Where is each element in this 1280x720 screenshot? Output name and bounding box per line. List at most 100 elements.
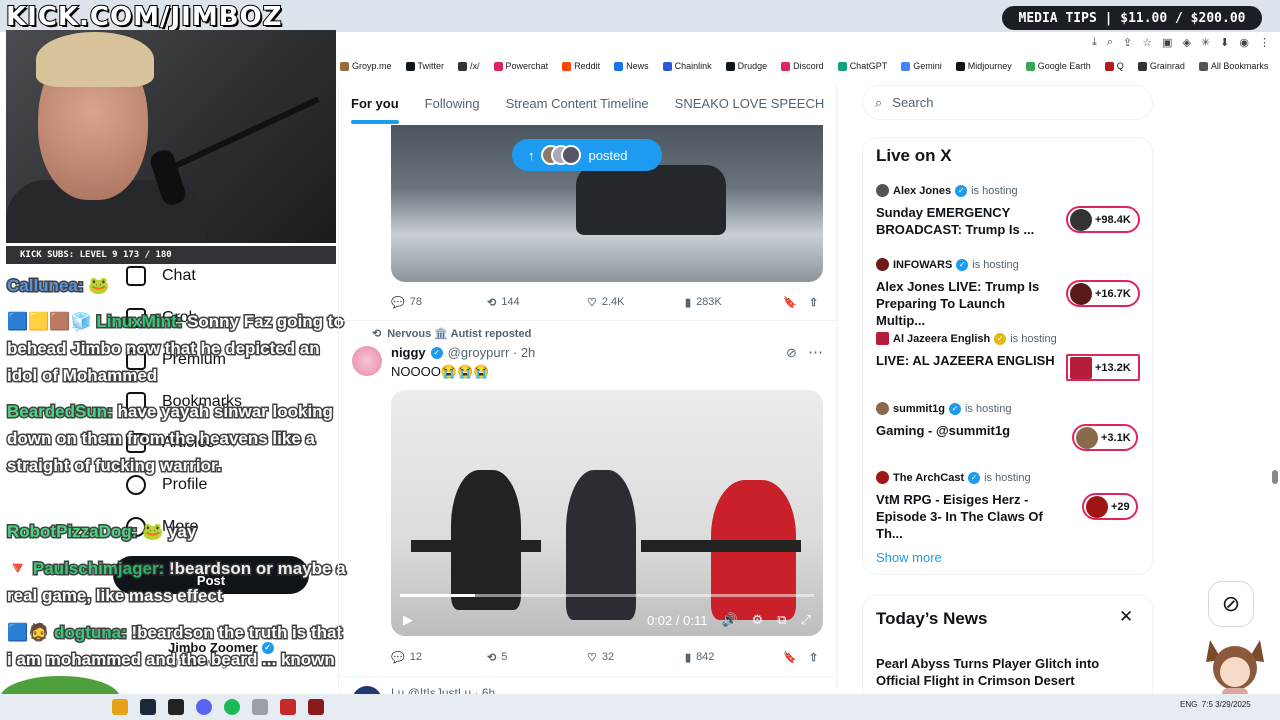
video-controls: ▶ 0:02 / 0:11 🔊 ⚙ ⧉ ⤢ [391, 604, 823, 636]
views-button[interactable]: ▮ 283K [685, 296, 722, 309]
news-item[interactable]: Pearl Abyss Turns Player Glitch into Off… [876, 655, 1141, 689]
bookmark-discord[interactable]: Discord [781, 61, 824, 71]
profile-icon[interactable]: ◉ [1239, 36, 1249, 49]
share-button[interactable]: ⇧ [809, 296, 818, 309]
bookmark-favicon-icon [405, 61, 415, 71]
share-icon[interactable]: ⇪ [1123, 36, 1132, 49]
app-icon-2[interactable] [308, 699, 324, 715]
avatar [1086, 495, 1108, 518]
spotify-icon[interactable] [224, 699, 240, 715]
live-listener-count: +3.1K [1072, 424, 1138, 451]
extension-icon-3[interactable]: ✳ [1201, 36, 1210, 49]
author-handle[interactable]: @groypurr · 2h [448, 345, 536, 360]
tab-stream-content-timeline[interactable]: Stream Content Timeline [493, 82, 662, 124]
bookmark-x[interactable]: /x/ [458, 61, 480, 71]
live-item[interactable]: The ArchCast ✓ is hosting VtM RPG - Eisige… [876, 471, 1140, 542]
file-explorer-icon[interactable] [112, 699, 128, 715]
tab-for-you[interactable]: For you [338, 82, 412, 124]
stream-url-banner: KICK.COM/JIMBOZ [5, 1, 283, 33]
fullscreen-icon[interactable]: ⤢ [801, 612, 811, 628]
bookmark-midjourney[interactable]: Midjourney [955, 61, 1012, 71]
terminal-icon[interactable] [168, 699, 184, 715]
bookmark-groyp-me[interactable]: Groyp.me [340, 61, 392, 71]
live-item[interactable]: INFOWARS ✓ is hosting Alex Jones LIVE: Tru… [876, 258, 1140, 329]
tab-following[interactable]: Following [412, 82, 493, 124]
bookmark-google-earth[interactable]: Google Earth [1025, 61, 1091, 71]
avatar-stack [540, 145, 581, 165]
bookmark-drudge[interactable]: Drudge [725, 61, 767, 71]
share-icon: ⇧ [809, 651, 819, 664]
avatar [1070, 282, 1092, 305]
live-item[interactable]: summit1g ✓ is hosting Gaming - @summit1g +… [876, 402, 1140, 451]
bookmark-news[interactable]: News [614, 61, 649, 71]
bookmark-chainlink[interactable]: Chainlink [662, 61, 712, 71]
bookmark-button[interactable]: 🔖 [783, 296, 797, 309]
discord-icon[interactable] [196, 699, 212, 715]
bookmark-q[interactable]: Q [1104, 61, 1124, 71]
bookmark-grainrad[interactable]: Grainrad [1137, 61, 1185, 71]
bookmark-favicon-icon [955, 61, 965, 71]
volume-icon[interactable]: 🔊 [721, 612, 737, 628]
bookmark-favicon-icon [1025, 61, 1035, 71]
settings-icon[interactable]: ⚙ [752, 612, 764, 628]
bookmark-twitter[interactable]: Twitter [405, 61, 444, 71]
bookmark-button[interactable]: 🔖 [783, 651, 797, 664]
mic-arm [172, 96, 320, 170]
views-icon: ▮ [685, 296, 692, 309]
verified-gold-badge-icon: ✓ [994, 332, 1007, 345]
like-button[interactable]: ♡ 32 [587, 651, 614, 664]
tab-sneako-love-speech[interactable]: SNEAKO LOVE SPEECH [662, 82, 838, 124]
bookmark-all-bookmarks[interactable]: All Bookmarks [1198, 61, 1268, 71]
bookmark-chatgpt[interactable]: ChatGPT [837, 61, 887, 71]
live-item[interactable]: Alex Jones ✓ is hosting Sunday EMERGENCY B… [876, 184, 1140, 238]
obs-icon[interactable] [280, 699, 296, 715]
play-icon[interactable]: ▶ [403, 612, 413, 628]
chat-message: 🟦🟨🟫🧊 LinuxMint: Sonny Faz going to behea… [5, 311, 345, 387]
car-image [576, 165, 726, 235]
close-icon[interactable]: ✕ [1119, 607, 1133, 627]
chat-message: Callunea: 🐸 [6, 275, 111, 297]
popout-icon[interactable]: ⧉ [777, 612, 786, 628]
repost-button[interactable]: ⟲ 5 [487, 651, 507, 664]
badge-icons: 🔻 [6, 558, 33, 580]
tweet-video[interactable] [391, 390, 823, 636]
like-button[interactable]: ♡ 2.4K [587, 296, 625, 309]
repost-button[interactable]: ⟲ 144 [487, 296, 520, 309]
author-avatar[interactable] [352, 346, 382, 376]
more-options-icon[interactable]: ⋯ [808, 343, 823, 361]
show-more-link[interactable]: Show more [876, 550, 942, 565]
extension-icon-2[interactable]: ◈ [1182, 36, 1190, 49]
live-item[interactable]: Al Jazeera English ✓ is hosting LIVE: AL J… [876, 332, 1140, 381]
reply-button[interactable]: 💬 12 [391, 651, 422, 664]
share-button[interactable]: ⇧ [809, 651, 818, 664]
grok-icon[interactable]: ⊘ [786, 345, 797, 361]
zoom-icon[interactable]: ⌕ [1107, 36, 1113, 49]
repost-icon: ⟲ [487, 651, 497, 664]
taskbar-tray[interactable]: ENG 7:5 3/29/2025 [1180, 700, 1251, 709]
new-posts-pill[interactable]: ↑ posted [512, 139, 662, 171]
bookmark-favicon-icon [340, 61, 349, 71]
views-button[interactable]: ▮ 842 [685, 651, 714, 664]
app-icon[interactable] [252, 699, 268, 715]
live-listener-count: +13.2K [1066, 354, 1140, 381]
search-input[interactable]: Search [892, 95, 933, 110]
star-icon[interactable]: ☆ [1142, 36, 1152, 49]
extension-icon[interactable]: ▣ [1162, 36, 1172, 49]
download-icon[interactable]: ⬇ [1220, 36, 1229, 49]
verified-badge-icon: ✓ [955, 184, 968, 197]
reply-button[interactable]: 💬 78 [391, 296, 422, 309]
bookmark-reddit[interactable]: Reddit [562, 61, 600, 71]
steam-icon[interactable] [140, 699, 156, 715]
verified-badge-icon: ✓ [430, 346, 443, 359]
author-name[interactable]: niggy [391, 345, 426, 360]
repost-indicator[interactable]: ⟲ Nervous 🏛️ Autist reposted [372, 327, 531, 340]
bookmark-powerchat[interactable]: Powerchat [493, 61, 548, 71]
bookmark-gemini[interactable]: Gemini [901, 61, 942, 71]
install-icon[interactable]: ⤓ [1092, 36, 1097, 49]
tweet-text: NOOOO😭😭😭 [391, 364, 490, 379]
media-tips-counter: MEDIA TIPS | $11.00 / $200.00 [1002, 6, 1262, 30]
grok-floating-button[interactable]: ⊘ [1208, 581, 1254, 627]
search-box[interactable]: ⌕ Search [862, 85, 1153, 120]
page-scrollbar-thumb[interactable] [1272, 470, 1278, 484]
menu-kebab-icon[interactable]: ⋮ [1259, 36, 1270, 49]
